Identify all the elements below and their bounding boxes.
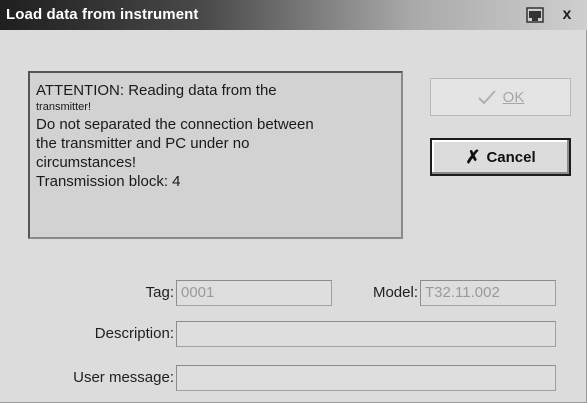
cancel-button[interactable]: ✗ Cancel bbox=[430, 138, 571, 176]
transmission-block-status: Transmission block: 4 bbox=[36, 173, 181, 190]
help-icon bbox=[526, 6, 544, 23]
user-message-field[interactable] bbox=[176, 365, 556, 391]
close-button[interactable]: x bbox=[556, 5, 578, 24]
window-title: Load data from instrument bbox=[6, 6, 199, 23]
message-line: transmitter! bbox=[36, 101, 92, 113]
user-message-label: User message: bbox=[73, 369, 174, 386]
x-icon: ✗ bbox=[465, 146, 481, 167]
model-label: Model: bbox=[372, 284, 418, 301]
tag-label: Tag: bbox=[145, 284, 174, 301]
message-line: circumstances! bbox=[36, 154, 137, 171]
description-field[interactable] bbox=[176, 321, 556, 347]
dialog-window: Load data from instrument x ATTENTION: R… bbox=[0, 0, 587, 403]
checkmark-icon bbox=[477, 90, 496, 105]
help-button[interactable] bbox=[524, 5, 546, 24]
tag-field[interactable]: 0001 bbox=[176, 280, 332, 306]
cancel-button-label: Cancel bbox=[486, 148, 536, 166]
ok-button-label: OK bbox=[502, 88, 525, 106]
message-line: the transmitter and PC under no bbox=[36, 135, 250, 152]
model-field[interactable]: T32.11.002 bbox=[420, 280, 556, 306]
description-label: Description: bbox=[94, 325, 174, 342]
message-line: ATTENTION: Reading data from the bbox=[36, 82, 277, 99]
message-line: Do not separated the connection between bbox=[36, 116, 314, 133]
status-message-box: ATTENTION: Reading data from the transmi… bbox=[28, 71, 403, 239]
ok-button[interactable]: OK bbox=[430, 78, 571, 116]
close-icon: x bbox=[562, 5, 572, 23]
title-bar[interactable]: Load data from instrument x bbox=[0, 0, 587, 30]
